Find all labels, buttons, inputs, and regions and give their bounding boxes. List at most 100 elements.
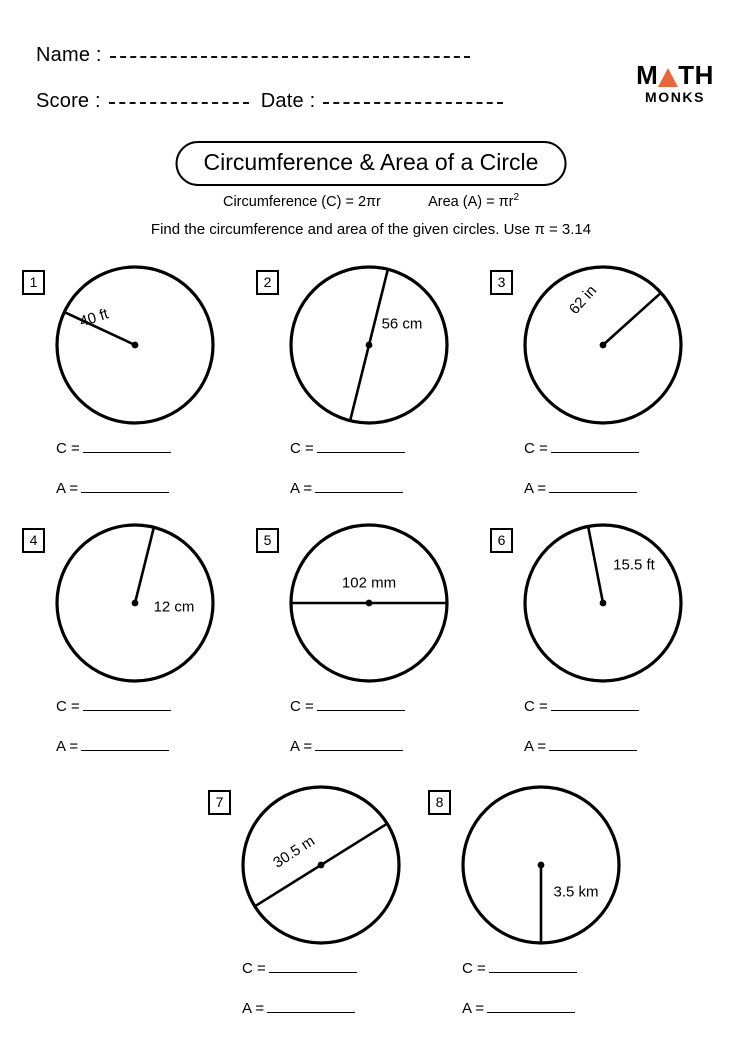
problem-number-badge: 7 bbox=[208, 790, 231, 815]
logo-letters-th: TH bbox=[678, 60, 714, 90]
problem-6: 6 15.5 ft C = A = bbox=[482, 520, 714, 760]
area-answer-label: A = bbox=[242, 1000, 265, 1017]
area-answer-row: A = bbox=[290, 480, 480, 497]
score-blank[interactable] bbox=[108, 91, 249, 104]
circumference-answer-label: C = bbox=[290, 698, 314, 715]
circle-figure bbox=[518, 520, 688, 690]
formula-row: Circumference (C) = 2πr Area (A) = πr2 bbox=[0, 192, 742, 210]
score-date-field-row: Score : Date : bbox=[36, 90, 504, 113]
circumference-answer-blank[interactable] bbox=[550, 698, 639, 711]
problem-number-badge: 8 bbox=[428, 790, 451, 815]
dimension-label: 15.5 ft bbox=[613, 556, 655, 574]
center-point bbox=[537, 861, 545, 869]
problem-8: 8 3.5 km C = A = bbox=[420, 782, 652, 1022]
circle-figure bbox=[236, 782, 406, 952]
circumference-answer-blank[interactable] bbox=[316, 698, 405, 711]
circumference-answer-row: C = bbox=[462, 960, 652, 977]
circumference-answer-label: C = bbox=[524, 698, 548, 715]
answer-block: C = A = bbox=[290, 440, 480, 520]
logo-wordmark-monks: MONKS bbox=[644, 89, 706, 105]
center-point bbox=[131, 599, 139, 607]
center-point bbox=[599, 599, 607, 607]
problem-7: 7 30.5 mC = A = bbox=[200, 782, 432, 1022]
circle-figure bbox=[284, 262, 454, 432]
worksheet-header: Name : Score : Date : M TH MONKS bbox=[0, 0, 742, 130]
problem-5: 5 102 mm C = A = bbox=[248, 520, 480, 760]
area-answer-blank[interactable] bbox=[549, 480, 638, 493]
answer-block: C = A = bbox=[462, 960, 652, 1040]
problem-number-badge: 1 bbox=[22, 270, 45, 295]
circumference-answer-blank[interactable] bbox=[316, 440, 405, 453]
dimension-label: 102 mm bbox=[341, 574, 397, 592]
area-answer-row: A = bbox=[524, 738, 714, 755]
circumference-answer-row: C = bbox=[242, 960, 432, 977]
area-answer-label: A = bbox=[524, 738, 547, 755]
circumference-answer-row: C = bbox=[56, 698, 246, 715]
area-answer-blank[interactable] bbox=[81, 480, 170, 493]
area-answer-label: A = bbox=[56, 738, 79, 755]
problem-1: 1 40 ft C = A = bbox=[14, 262, 246, 502]
area-answer-row: A = bbox=[56, 738, 246, 755]
circumference-answer-label: C = bbox=[290, 440, 314, 457]
answer-block: C = A = bbox=[56, 440, 246, 520]
answer-block: C = A = bbox=[242, 960, 432, 1040]
problem-number-badge: 2 bbox=[256, 270, 279, 295]
triangle-icon bbox=[658, 68, 679, 87]
area-answer-blank[interactable] bbox=[267, 1000, 356, 1013]
circle-figure bbox=[518, 262, 688, 432]
circumference-answer-blank[interactable] bbox=[550, 440, 639, 453]
answer-block: C = A = bbox=[56, 698, 246, 778]
dimension-label: 3.5 km bbox=[553, 883, 599, 901]
area-answer-row: A = bbox=[290, 738, 480, 755]
problem-4: 4 12 cm C = A = bbox=[14, 520, 246, 760]
circumference-formula: Circumference (C) = 2πr bbox=[222, 193, 381, 210]
circumference-answer-blank[interactable] bbox=[268, 960, 357, 973]
name-blank[interactable] bbox=[109, 45, 470, 58]
score-label: Score : bbox=[36, 90, 101, 112]
area-answer-row: A = bbox=[56, 480, 246, 497]
radius-line bbox=[586, 526, 605, 604]
date-label: Date : bbox=[260, 90, 316, 112]
circumference-answer-row: C = bbox=[290, 698, 480, 715]
instruction-text: Find the circumference and area of the g… bbox=[150, 221, 592, 238]
problem-number-badge: 4 bbox=[22, 528, 45, 553]
problem-3: 3 62 in C = A = bbox=[482, 262, 714, 502]
area-answer-blank[interactable] bbox=[549, 738, 638, 751]
date-blank[interactable] bbox=[323, 91, 504, 104]
radius-line bbox=[602, 291, 662, 346]
circumference-answer-row: C = bbox=[524, 440, 714, 457]
circumference-answer-label: C = bbox=[524, 440, 548, 457]
circumference-answer-label: C = bbox=[462, 960, 486, 977]
problem-number-badge: 3 bbox=[490, 270, 513, 295]
dimension-label: 12 cm bbox=[153, 598, 195, 616]
logo-letter-m: M bbox=[636, 60, 659, 90]
center-point bbox=[317, 861, 325, 869]
area-formula-exponent: 2 bbox=[513, 192, 520, 203]
area-answer-blank[interactable] bbox=[315, 738, 404, 751]
logo-wordmark-math: M TH bbox=[632, 62, 718, 88]
circumference-answer-blank[interactable] bbox=[82, 698, 171, 711]
area-answer-label: A = bbox=[290, 480, 313, 497]
area-answer-row: A = bbox=[524, 480, 714, 497]
problem-number-badge: 6 bbox=[490, 528, 513, 553]
circumference-answer-blank[interactable] bbox=[488, 960, 577, 973]
circumference-answer-label: C = bbox=[56, 440, 80, 457]
area-answer-blank[interactable] bbox=[81, 738, 170, 751]
area-answer-label: A = bbox=[56, 480, 79, 497]
center-point bbox=[365, 599, 373, 607]
answer-block: C = A = bbox=[524, 698, 714, 778]
area-answer-blank[interactable] bbox=[487, 1000, 576, 1013]
area-answer-blank[interactable] bbox=[315, 480, 404, 493]
area-formula-base: Area (A) = πr bbox=[428, 193, 514, 210]
center-point bbox=[131, 341, 139, 349]
mathmonks-logo: M TH MONKS bbox=[632, 62, 718, 104]
center-point bbox=[365, 341, 373, 349]
circle-figure bbox=[50, 520, 220, 690]
dimension-label: 56 cm bbox=[381, 315, 423, 333]
answer-block: C = A = bbox=[524, 440, 714, 520]
circle-figure bbox=[50, 262, 220, 432]
problem-number-badge: 5 bbox=[256, 528, 279, 553]
area-answer-label: A = bbox=[524, 480, 547, 497]
area-answer-label: A = bbox=[290, 738, 313, 755]
circumference-answer-blank[interactable] bbox=[82, 440, 171, 453]
